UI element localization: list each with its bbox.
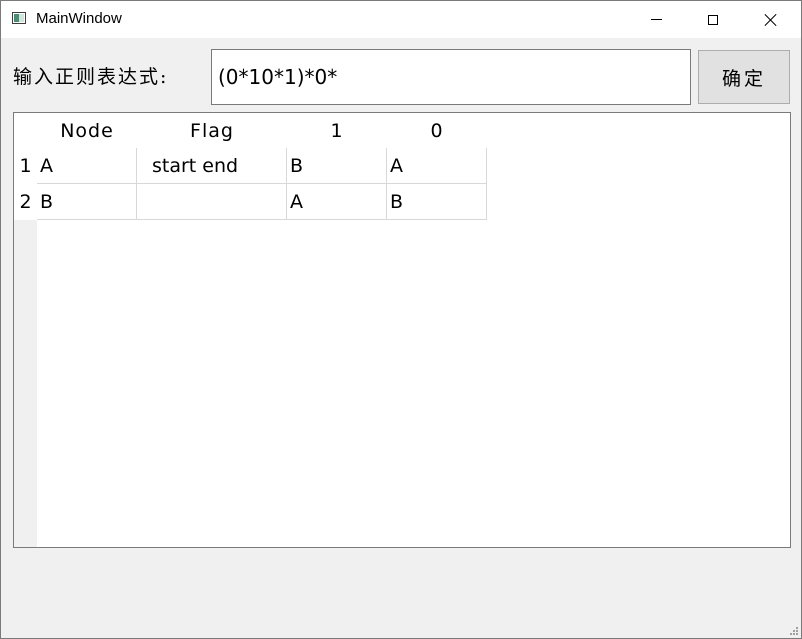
column-header-0[interactable]: 0 [387, 113, 487, 148]
table-cell[interactable]: B [37, 184, 137, 220]
column-header-1[interactable]: 1 [287, 113, 387, 148]
table-cell[interactable]: A [387, 148, 487, 184]
minimize-button[interactable] [633, 1, 679, 38]
table-cell[interactable]: B [287, 148, 387, 184]
table-cell[interactable]: A [287, 184, 387, 220]
transition-table[interactable]: Node Flag 1 0 1 A start end B A 2 B A B [13, 112, 791, 548]
table-cell[interactable]: A [37, 148, 137, 184]
main-window: MainWindow 输入正则表达式: 确定 Node Flag 1 0 1 A… [0, 0, 802, 639]
table-cell[interactable]: start end [137, 148, 287, 184]
regex-label: 输入正则表达式: [13, 66, 169, 88]
title-bar[interactable]: MainWindow [1, 1, 801, 38]
table-corner [14, 113, 37, 148]
column-header-flag[interactable]: Flag [137, 113, 287, 148]
resize-grip-icon[interactable] [788, 625, 798, 635]
table-cell[interactable]: B [387, 184, 487, 220]
confirm-button[interactable]: 确定 [698, 50, 790, 104]
column-header-node[interactable]: Node [37, 113, 137, 148]
close-icon [764, 13, 778, 27]
regex-input[interactable] [211, 49, 691, 105]
table-cell[interactable] [137, 184, 287, 220]
row-header[interactable]: 1 [14, 148, 37, 184]
window-title: MainWindow [36, 10, 122, 27]
minimize-icon [650, 19, 662, 20]
close-button[interactable] [748, 1, 794, 38]
row-header[interactable]: 2 [14, 184, 37, 220]
maximize-icon [708, 14, 718, 25]
maximize-button[interactable] [690, 1, 736, 38]
app-icon [12, 12, 26, 24]
